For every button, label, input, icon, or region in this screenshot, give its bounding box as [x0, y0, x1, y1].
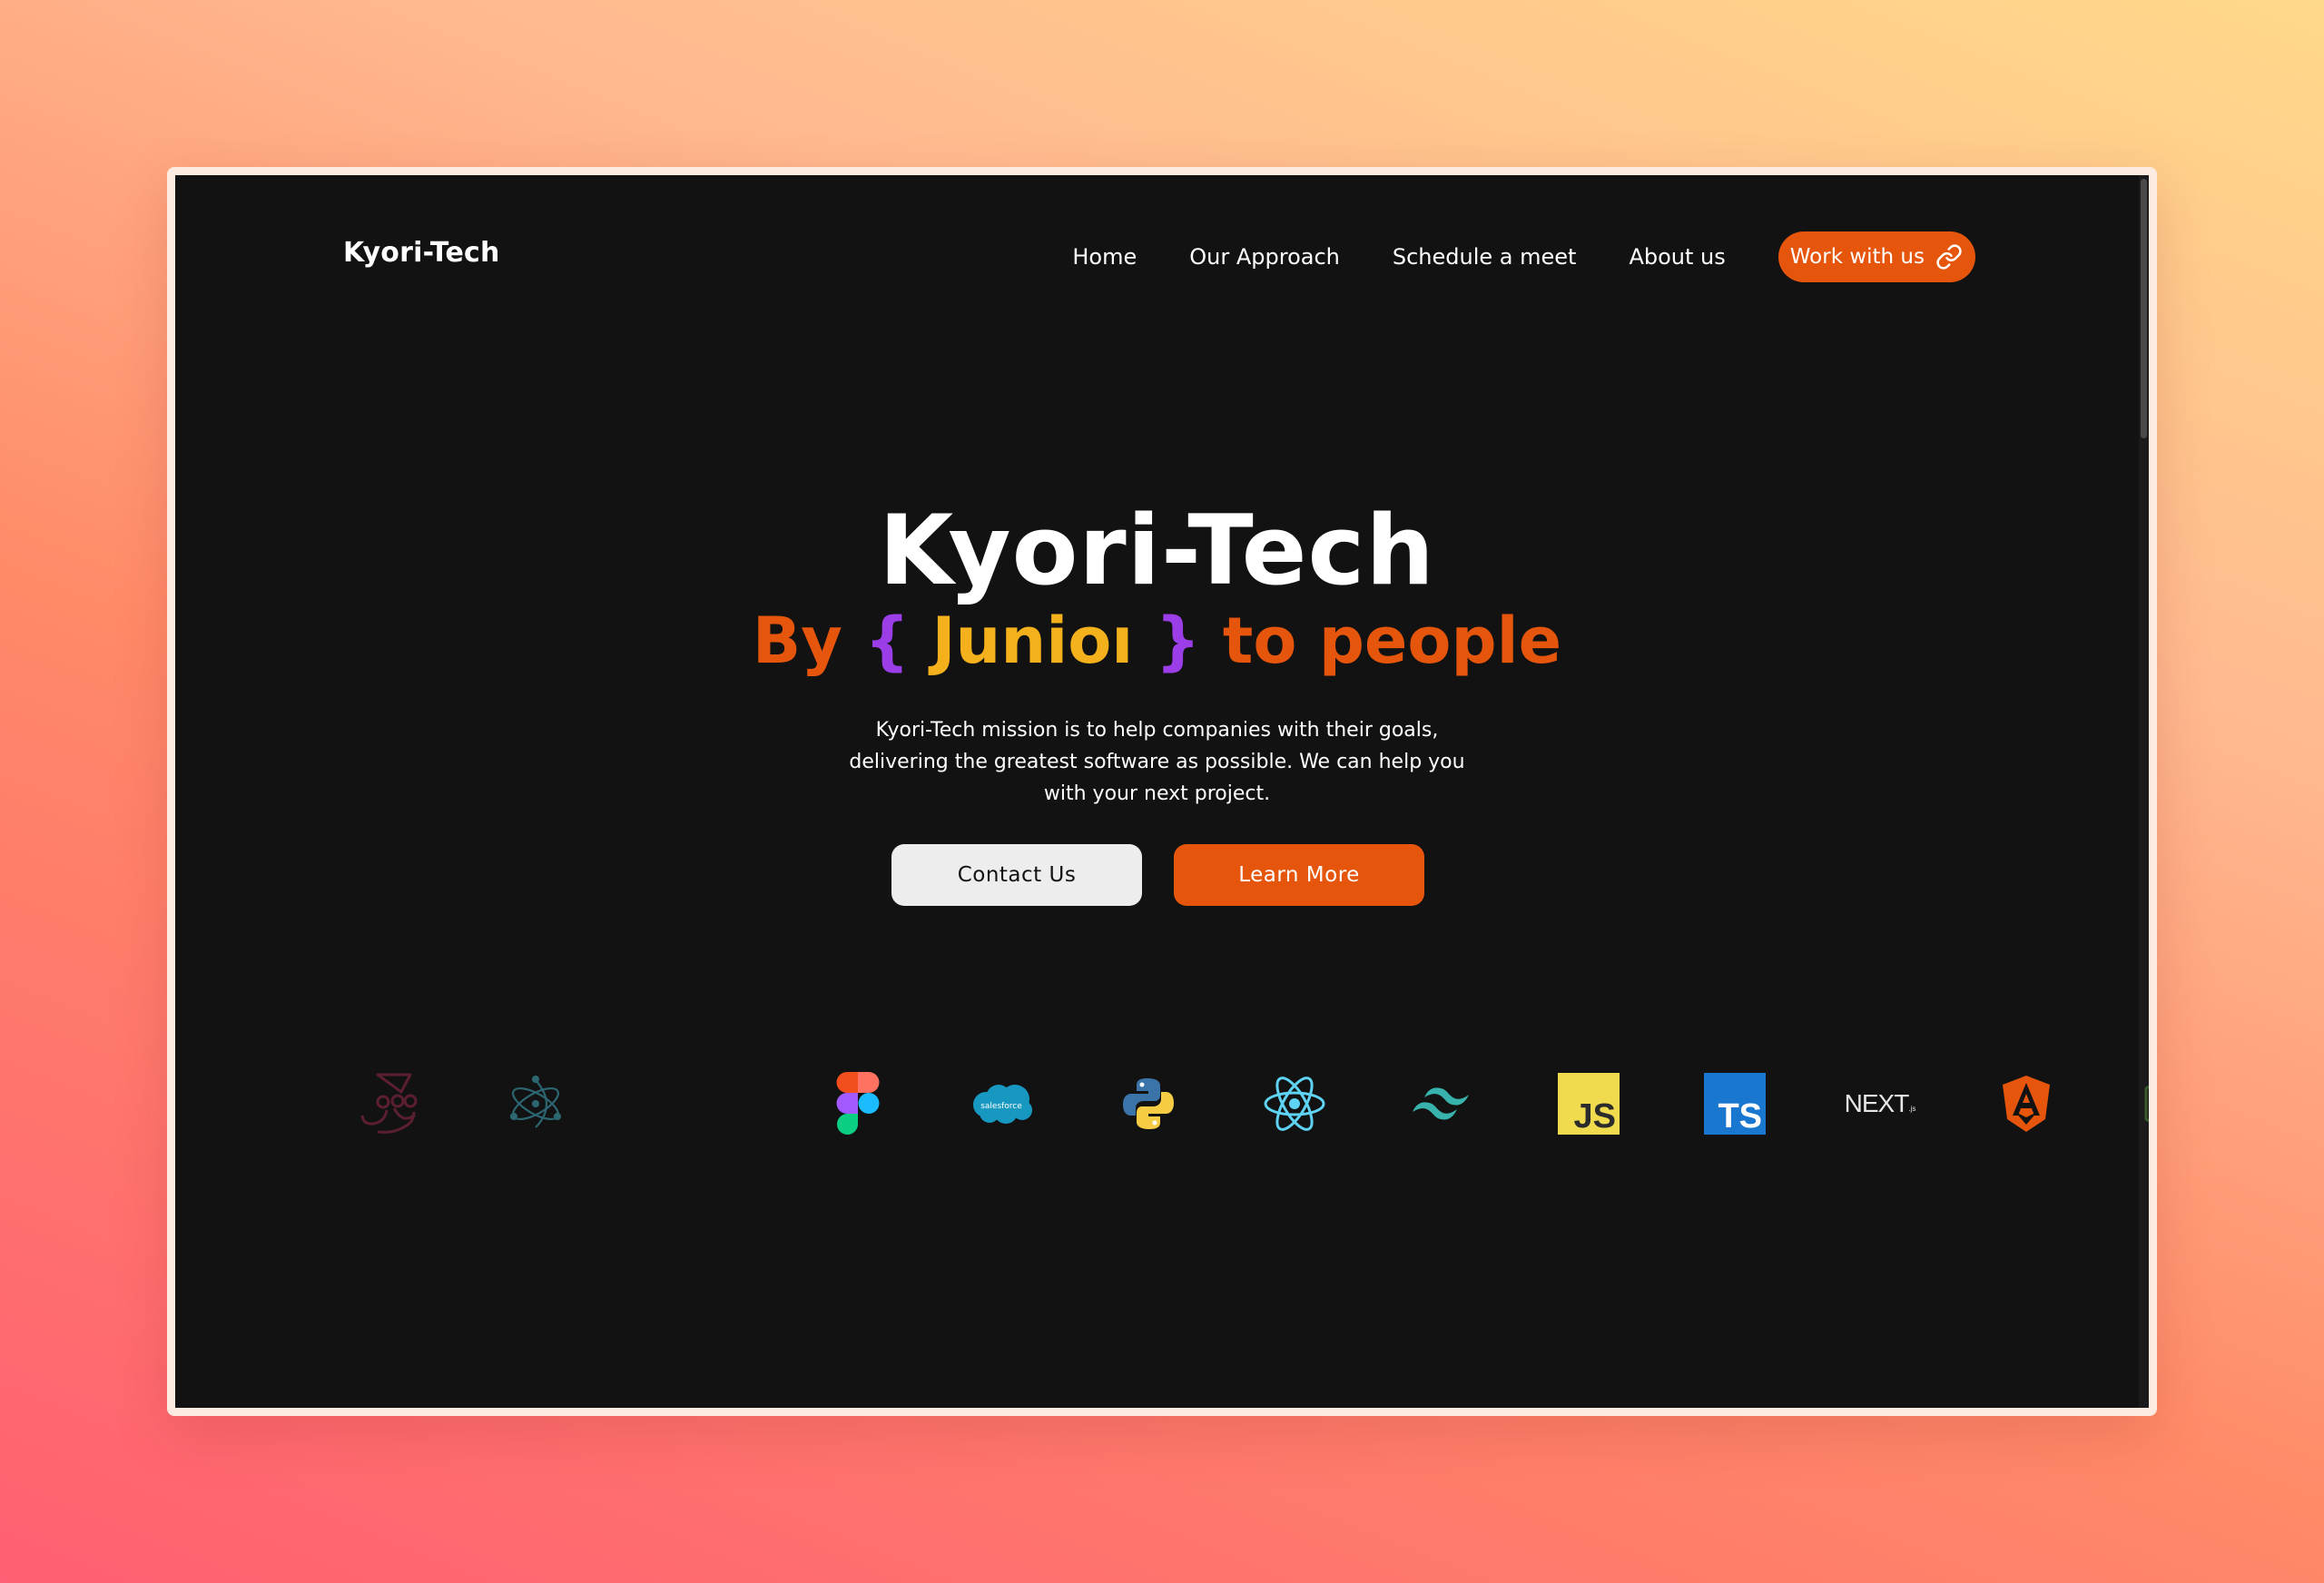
top-navbar: Kyori-Tech Home Our Approach Schedule a … — [175, 175, 2149, 320]
angular-icon — [1994, 1072, 2058, 1136]
tailwind-icon — [1409, 1072, 1472, 1136]
nodejs-icon: JS — [2139, 1072, 2149, 1136]
nav-about-link[interactable]: About us — [1629, 244, 1725, 270]
typescript-badge: TS — [1704, 1073, 1766, 1136]
tagline-close-brace: } — [1155, 604, 1201, 678]
nextjs-logo-text: NEXT — [1844, 1089, 1910, 1117]
browser-frame: Kyori-Tech Home Our Approach Schedule a … — [167, 167, 2157, 1416]
vertical-scrollbar[interactable] — [2139, 175, 2149, 1408]
nav-schedule-link[interactable]: Schedule a meet — [1393, 244, 1577, 270]
tagline-prefix: By — [752, 604, 842, 678]
typescript-badge-text: TS — [1718, 1097, 1762, 1136]
nextjs-logo-suffix: .js — [1908, 1104, 1916, 1113]
work-with-us-button[interactable]: Work with us — [1777, 231, 1975, 282]
tagline-typed-word: Junioı — [931, 604, 1134, 678]
react-icon — [1263, 1072, 1326, 1136]
nav-links: Home Our Approach Schedule a meet About … — [1072, 231, 1975, 282]
salesforce-icon: salesforce — [970, 1072, 1033, 1136]
jest-icon — [358, 1072, 421, 1136]
brand-logo-text[interactable]: Kyori-Tech — [343, 237, 500, 269]
contact-us-button[interactable]: Contact Us — [891, 844, 1142, 906]
typescript-icon: TS — [1703, 1072, 1767, 1136]
description-line: with your next project. — [1043, 782, 1271, 805]
hero-tagline: By { Junioı } to people — [175, 600, 2139, 683]
description-line: Kyori-Tech mission is to help companies … — [875, 719, 1439, 742]
work-with-us-label: Work with us — [1789, 245, 1925, 269]
javascript-icon: JS — [1557, 1072, 1620, 1136]
electron-icon — [504, 1072, 567, 1136]
salesforce-logo-text: salesforce — [980, 1102, 1022, 1111]
tagline-open-brace: { — [864, 604, 911, 678]
tagline-suffix: to people — [1222, 604, 1562, 678]
nextjs-icon: NEXT .js — [1844, 1072, 1916, 1136]
figma-icon — [826, 1072, 890, 1136]
hero-description: Kyori-Tech mission is to help companies … — [175, 714, 2139, 810]
nav-home-link[interactable]: Home — [1072, 244, 1137, 270]
link-icon — [1936, 244, 1962, 270]
description-line: delivering the greatest software as poss… — [849, 751, 1465, 773]
javascript-badge-text: JS — [1573, 1097, 1616, 1136]
hero-title: Kyori-Tech — [879, 495, 1435, 606]
learn-more-button[interactable]: Learn More — [1174, 844, 1424, 906]
page-window: Kyori-Tech Home Our Approach Schedule a … — [175, 175, 2149, 1408]
nav-approach-link[interactable]: Our Approach — [1189, 244, 1340, 270]
python-icon — [1117, 1072, 1180, 1136]
javascript-badge: JS — [1558, 1073, 1620, 1136]
